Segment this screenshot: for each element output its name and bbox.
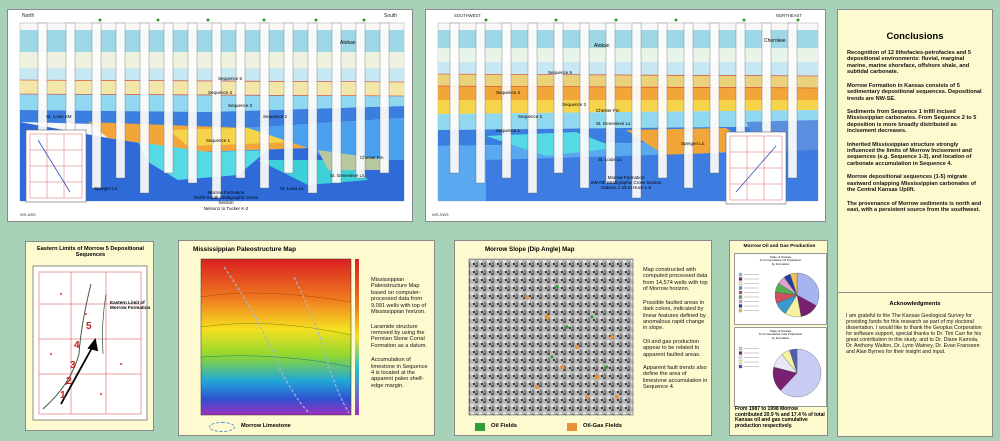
- ns-seq4-label: Sequence 4: [208, 90, 233, 95]
- sequence-number-1: 1: [60, 390, 66, 401]
- pie-legend-swatch: [738, 351, 743, 355]
- slope-map-title: Morrow Slope (Dip Angle) Map: [485, 246, 575, 253]
- morrow-limestone-legend: Morrow Limestone: [241, 423, 291, 429]
- swne-seq2-label: Sequence 2: [518, 114, 543, 119]
- swne-atokan-label: Atokan: [594, 43, 610, 49]
- ns-st-genevieve-label: St. Genevieve Ls.: [330, 173, 366, 178]
- acknowledgments-title: Acknowledgments: [889, 301, 941, 307]
- pie-legend-swatch: [738, 364, 743, 369]
- pie-legend-swatch: [738, 360, 743, 364]
- ns-section-id: WS-NS5: [20, 212, 36, 217]
- slope-map-image: [468, 258, 634, 416]
- swne-chester-label: Chester Fm: [596, 108, 620, 113]
- pie-legend-swatch: [738, 286, 743, 290]
- conclusions-title: Conclusions: [886, 31, 944, 42]
- oil-chart-caption-line-3: by Formation: [771, 261, 790, 266]
- swne-spergen-label: Spergen Ls.: [681, 141, 706, 146]
- oil-fields-legend: Oil Fields: [491, 423, 518, 429]
- ns-st-louis-label: St. Louis Ls.: [280, 186, 305, 191]
- swne-title-line-3: Oakson 1-18 to Huck 1-6: [600, 185, 652, 191]
- pie-legend-swatch: [738, 295, 743, 299]
- swne-st-genevieve-label: St. Genevieve Ls.: [596, 121, 632, 126]
- ns-seq2-label: Sequence 2: [263, 114, 288, 119]
- paleostructure-panel: Mississippian Paleostructure Map Mississ…: [178, 240, 435, 436]
- sequence-number-5: 5: [86, 321, 92, 332]
- oil-gas-fields-swatch: [567, 423, 577, 431]
- pie-legend-swatch: [738, 277, 743, 281]
- ns-seq3-label: Sequence 3: [228, 103, 253, 108]
- conclusion-paragraph: Morrow depositional sequences (1-5) migr…: [847, 174, 976, 194]
- oil-chart-caption: State of Kansas % of Cumulative Oil Prod…: [735, 255, 826, 266]
- sw-ne-cross-section-panel: SOUTHWEST NORTHEAST Atokan Cherokee Sequ…: [425, 9, 826, 222]
- swne-seq1-label: Sequence 1: [496, 128, 521, 133]
- swne-section-title: Morrow Formation SW-NE Stratigraphic Cro…: [586, 175, 666, 191]
- swne-section-id: WS-SW3: [432, 212, 449, 217]
- gas-chart-box: State of Kansas % of Cumulative Gas Prod…: [734, 327, 827, 407]
- gas-production-pie-chart: [738, 346, 822, 398]
- conclusion-paragraph: Inherited Mississippian structure strong…: [847, 141, 972, 167]
- pie-legend-swatch: [738, 355, 743, 360]
- pie-legend-swatch: [738, 308, 743, 313]
- slope-map-paragraph: Map constructed with computed processed …: [643, 267, 708, 293]
- oil-fields-swatch: [475, 423, 485, 431]
- gas-chart-caption: State of Kansas % of Cumulative Gas Prod…: [735, 329, 826, 340]
- swne-cherokee-label: Cherokee: [764, 38, 786, 44]
- eastern-limits-panel: Eastern Limits of Morrow 5 Depositional …: [25, 241, 154, 431]
- slope-map-paragraph: Apparent fault trends also define the ar…: [643, 365, 708, 391]
- oil-chart-box: State of Kansas % of Cumulative Oil Prod…: [734, 253, 827, 325]
- eastern-limits-map: [32, 265, 148, 421]
- conclusion-paragraph: Sediments from Sequence 1 infill incised…: [847, 108, 977, 135]
- ns-title-line-2: North-South Stratigraphic Cross Section: [194, 195, 258, 206]
- ns-spergen-label: Spergen Ls.: [94, 186, 119, 191]
- conclusion-paragraph: Recognition of 12 lithofacies-petrofacie…: [847, 50, 972, 76]
- ns-title-line-3: Nelson1 to Tucker K-2: [203, 205, 249, 211]
- sequence-number-3: 3: [70, 360, 76, 371]
- paleostructure-paragraph: Accumulation of limestone in Sequence 4 …: [371, 357, 428, 389]
- production-caption: From 1987 to 1998 Morrow contributed 20.…: [735, 406, 825, 429]
- morrow-limestone-legend-icon: [209, 422, 235, 432]
- conclusion-paragraph: The provenance of Morrow sediments is no…: [847, 200, 982, 214]
- swne-st-louis-label: St. Louis Ls.: [598, 157, 623, 162]
- acknowledgments-panel: Acknowledgments I am grateful to the The…: [837, 292, 993, 437]
- swne-seq5-label: Sequence 5: [548, 70, 573, 75]
- pie-legend-swatch: [738, 346, 743, 351]
- sequence-number-4: 4: [74, 340, 80, 351]
- eastern-limits-title: Eastern Limits of Morrow 5 Depositional …: [37, 246, 144, 258]
- slope-map-paragraph: Possible faulted areas in dark colors, i…: [643, 299, 706, 332]
- slope-map-text: Map constructed with computed processed …: [643, 267, 709, 391]
- pie-legend-swatch: [738, 272, 743, 277]
- paleostructure-paragraph: Mississippian Paleostructure Map based o…: [371, 277, 427, 316]
- gas-chart-caption-line-3: by Formation: [771, 335, 790, 340]
- oil-gas-fields-legend: Oil-Gas Fields: [583, 423, 622, 429]
- production-panel: Morrow Oil and Gas Production State of K…: [729, 240, 828, 436]
- slope-map-panel: Morrow Slope (Dip Angle) Map Map constru…: [454, 240, 712, 436]
- swne-seq3-label: Sequence 3: [562, 102, 587, 107]
- conclusions-panel: Conclusions Recognition of 12 lithofacie…: [837, 9, 993, 293]
- paleostructure-text: Mississippian Paleostructure Map based o…: [371, 277, 431, 389]
- paleostructure-map: [200, 258, 359, 416]
- ns-section-title: Morrow Formation North-South Stratigraph…: [186, 190, 266, 211]
- ns-st-louis-sm-label: St. Louis SM: [46, 114, 72, 119]
- conclusion-paragraph: Morrow Formation in Kansas consists of 5…: [847, 82, 982, 102]
- ns-atokan-label: Atokan: [340, 40, 356, 46]
- production-title: Morrow Oil and Gas Production: [743, 244, 816, 249]
- paleostructure-paragraph: Laramide structure removed by using the …: [371, 323, 427, 349]
- ns-seq1-label: Sequence 1: [206, 138, 231, 143]
- pie-legend-swatch: [738, 299, 743, 304]
- eastern-limit-label: Eastern Limit of Morrow Formation: [110, 300, 151, 310]
- pie-legend-swatch: [738, 290, 743, 295]
- sequence-number-2: 2: [66, 376, 72, 387]
- ns-chester-label: Chester Fm: [360, 155, 384, 160]
- pie-legend-swatch: [738, 304, 743, 308]
- north-south-cross-section-panel: North South Atokan St. Louis SM Sequence…: [7, 9, 413, 222]
- pie-legend-swatch: [738, 281, 743, 286]
- acknowledgments-text: I am grateful to the The Kansas Geologic…: [846, 313, 982, 356]
- oil-production-pie-chart: [738, 272, 820, 318]
- swne-seq4-label: Sequence 4: [496, 90, 521, 95]
- ns-seq5-label: Sequence 5: [218, 76, 243, 81]
- slope-map-paragraph: Oil and gas production appear to be rela…: [643, 338, 701, 358]
- paleostructure-title: Mississippian Paleostructure Map: [193, 246, 296, 253]
